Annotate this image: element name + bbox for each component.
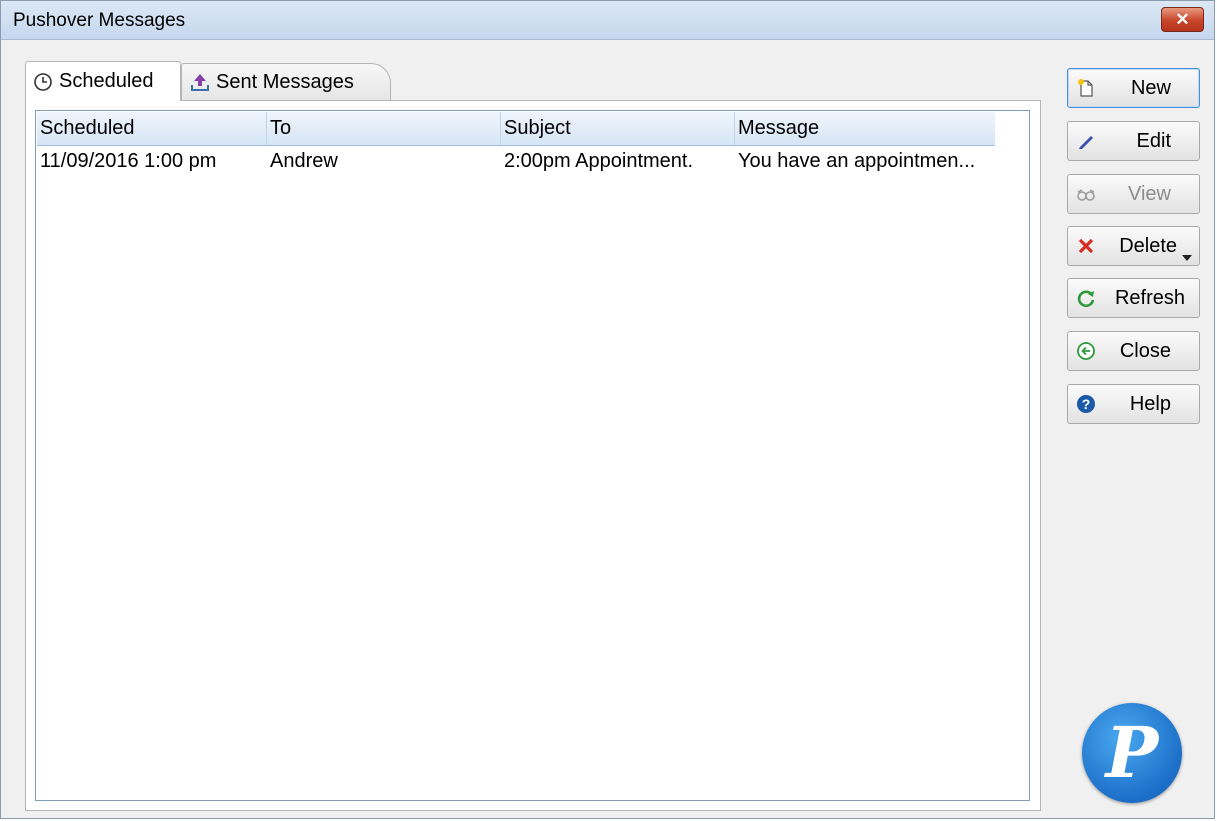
refresh-button[interactable]: Refresh <box>1067 278 1200 318</box>
new-document-icon <box>1076 78 1096 98</box>
cell-to: Andrew <box>270 150 338 172</box>
pushover-messages-window: Pushover Messages ✕ Scheduled Sent Messa… <box>0 0 1215 819</box>
back-arrow-circle-icon <box>1076 341 1096 361</box>
new-button-label: New <box>1130 77 1171 99</box>
window-title: Pushover Messages <box>13 10 186 31</box>
chevron-down-icon <box>1182 244 1192 267</box>
pencil-icon <box>1076 131 1096 151</box>
refresh-button-label: Refresh <box>1114 287 1185 309</box>
column-header-scheduled[interactable]: Scheduled <box>37 112 267 145</box>
svg-text:?: ? <box>1082 396 1091 412</box>
tab-sent-messages[interactable]: Sent Messages <box>181 63 391 100</box>
edit-button[interactable]: Edit <box>1067 121 1200 161</box>
delete-button-label: Delete <box>1119 235 1177 257</box>
column-header-to[interactable]: To <box>267 112 501 145</box>
tab-label: Sent Messages <box>216 70 354 93</box>
close-button-label: Close <box>1119 340 1171 362</box>
clock-icon <box>33 72 53 92</box>
cell-message: You have an appointmen... <box>738 150 976 172</box>
edit-button-label: Edit <box>1136 130 1171 152</box>
title-bar: Pushover Messages ✕ <box>1 1 1214 40</box>
help-button[interactable]: ? Help <box>1067 384 1200 424</box>
tab-scheduled[interactable]: Scheduled <box>25 61 181 101</box>
red-x-icon <box>1076 236 1096 256</box>
pushover-logo: P <box>1082 703 1182 803</box>
tab-label: Scheduled <box>59 70 154 92</box>
column-header-subject[interactable]: Subject <box>501 112 735 145</box>
cell-subject: 2:00pm Appointment. <box>504 150 694 172</box>
cell-scheduled: 11/09/2016 1:00 pm <box>40 150 217 172</box>
delete-button[interactable]: Delete <box>1067 226 1200 266</box>
glasses-icon <box>1076 184 1096 204</box>
refresh-icon <box>1076 288 1096 308</box>
window-close-button[interactable]: ✕ <box>1161 7 1204 32</box>
table-row[interactable]: 11/09/2016 1:00 pm Andrew 2:00pm Appoint… <box>37 146 997 176</box>
upload-icon <box>190 72 210 92</box>
logo-letter: P <box>1105 711 1159 794</box>
column-header-message[interactable]: Message <box>735 112 995 145</box>
view-button-label: View <box>1128 183 1171 205</box>
view-button[interactable]: View <box>1067 174 1200 214</box>
new-button[interactable]: New <box>1067 68 1200 108</box>
scheduled-messages-list[interactable]: Scheduled To Subject Message 11/09/2016 … <box>35 110 1030 801</box>
scheduled-tab-panel: Scheduled To Subject Message 11/09/2016 … <box>25 100 1041 811</box>
help-button-label: Help <box>1129 393 1171 415</box>
list-header: Scheduled To Subject Message <box>37 112 995 146</box>
close-button[interactable]: Close <box>1067 331 1200 371</box>
question-circle-icon: ? <box>1076 394 1096 414</box>
